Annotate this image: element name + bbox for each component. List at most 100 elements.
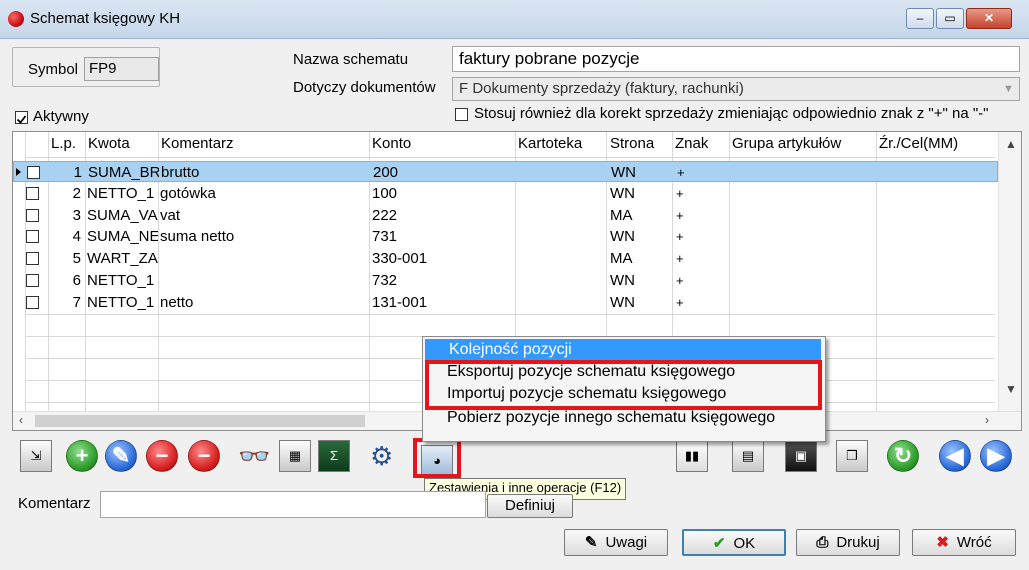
cell-strona[interactable]: WN bbox=[610, 226, 670, 247]
cell-komentarz[interactable]: vat bbox=[160, 205, 368, 226]
scroll-up-icon[interactable]: ▲ bbox=[1005, 137, 1017, 151]
schema-name-input[interactable]: faktury pobrane pozycje bbox=[452, 46, 1020, 72]
cell-kwota[interactable]: WART_ZA bbox=[87, 248, 158, 269]
cell-kwota[interactable]: NETTO_1 bbox=[87, 292, 158, 313]
minimize-button[interactable]: – bbox=[906, 8, 934, 29]
row-checkbox[interactable] bbox=[26, 295, 39, 309]
cell-strona[interactable]: WN bbox=[611, 162, 671, 183]
table-row[interactable]: 5 WART_ZA 330-001 MA + bbox=[13, 248, 998, 269]
close-button[interactable]: ✕ bbox=[966, 8, 1012, 29]
cell-lp[interactable]: 5 bbox=[51, 248, 81, 269]
cell-komentarz[interactable] bbox=[160, 248, 368, 269]
col-kwota[interactable]: Kwota bbox=[86, 132, 158, 157]
vertical-scrollbar[interactable]: ▲ ▼ bbox=[998, 132, 1021, 412]
row-checkbox[interactable] bbox=[26, 208, 39, 222]
cell-lp[interactable]: 6 bbox=[51, 270, 81, 291]
cell-znak[interactable]: + bbox=[676, 226, 726, 247]
print-button[interactable]: ⎙ Drukuj bbox=[796, 529, 900, 556]
row-checkbox[interactable] bbox=[26, 230, 39, 244]
table-row[interactable]: 2 NETTO_1 gotówka 100 WN + bbox=[13, 183, 998, 204]
cell-konto[interactable]: 732 bbox=[372, 270, 512, 291]
previous-icon[interactable]: ◀ bbox=[939, 440, 971, 472]
table-row[interactable]: 4 SUMA_NE suma netto 731 WN + bbox=[13, 226, 998, 247]
chart-icon[interactable]: ▮▮ bbox=[676, 440, 708, 472]
table-row[interactable]: 3 SUMA_VA vat 222 MA + bbox=[13, 205, 998, 226]
calculator-icon[interactable]: ▤ bbox=[732, 440, 764, 472]
col-komentarz[interactable]: Komentarz bbox=[159, 132, 369, 157]
cell-strona[interactable]: WN bbox=[610, 183, 670, 204]
cell-komentarz[interactable]: gotówka bbox=[160, 183, 368, 204]
cell-lp[interactable]: 1 bbox=[52, 162, 82, 183]
chevron-down-icon[interactable]: ▼ bbox=[1000, 80, 1017, 98]
cell-kartoteka[interactable] bbox=[518, 292, 604, 313]
row-checkbox[interactable] bbox=[26, 274, 39, 287]
scroll-right-icon[interactable]: › bbox=[985, 413, 989, 427]
maximize-button[interactable]: ▭ bbox=[936, 8, 964, 29]
formula-icon[interactable]: Σ bbox=[318, 440, 350, 472]
cell-kartoteka[interactable] bbox=[519, 162, 605, 183]
cell-konto[interactable]: 131-001 bbox=[372, 292, 512, 313]
cell-lp[interactable]: 7 bbox=[51, 292, 81, 313]
cell-konto[interactable]: 222 bbox=[372, 205, 512, 226]
row-checkbox[interactable] bbox=[26, 252, 39, 266]
save-icon[interactable]: ▣ bbox=[785, 440, 817, 472]
cell-znak[interactable]: + bbox=[676, 183, 726, 204]
row-checkbox[interactable] bbox=[27, 166, 40, 179]
documents-select[interactable]: F Dokumenty sprzedaży (faktury, rachunki… bbox=[452, 77, 1020, 101]
cell-znak[interactable]: + bbox=[676, 205, 726, 226]
add-icon[interactable]: + bbox=[66, 440, 98, 472]
binoculars-icon[interactable]: 👓 bbox=[238, 440, 270, 472]
back-button[interactable]: ✖ Wróć bbox=[912, 529, 1016, 556]
cell-kartoteka[interactable] bbox=[518, 183, 604, 204]
menu-item-fetch[interactable]: Pobierz pozycje innego schematu księgowe… bbox=[423, 407, 821, 429]
col-strona[interactable]: Strona bbox=[608, 132, 672, 157]
symbol-field[interactable]: FP9 bbox=[84, 57, 159, 81]
cell-konto[interactable]: 200 bbox=[373, 162, 513, 183]
table-row[interactable]: 1 SUMA_BR brutto 200 WN + bbox=[13, 161, 998, 182]
cell-znak[interactable]: + bbox=[676, 248, 726, 269]
comment-input[interactable] bbox=[100, 491, 486, 518]
cell-kwota[interactable]: NETTO_1 bbox=[87, 183, 158, 204]
cell-komentarz[interactable]: netto bbox=[160, 292, 368, 313]
col-konto[interactable]: Konto bbox=[370, 132, 515, 157]
cell-strona[interactable]: WN bbox=[610, 292, 670, 313]
table-row[interactable]: 7 NETTO_1 netto 131-001 WN + bbox=[13, 292, 998, 313]
cell-komentarz[interactable]: brutto bbox=[161, 162, 369, 183]
cell-konto[interactable]: 731 bbox=[372, 226, 512, 247]
menu-item-order[interactable]: Kolejność pozycji bbox=[425, 339, 821, 361]
cell-kwota[interactable]: SUMA_VA bbox=[87, 205, 158, 226]
cell-kwota[interactable]: NETTO_1 bbox=[87, 270, 158, 291]
cell-lp[interactable]: 3 bbox=[51, 205, 81, 226]
cell-konto[interactable]: 100 bbox=[372, 183, 512, 204]
correction-checkbox[interactable] bbox=[455, 108, 468, 121]
cell-kartoteka[interactable] bbox=[518, 270, 604, 291]
row-checkbox[interactable] bbox=[26, 186, 39, 200]
cell-znak[interactable]: + bbox=[676, 292, 726, 313]
table-row[interactable]: 6 NETTO_1 732 WN + bbox=[13, 270, 998, 291]
col-grupa[interactable]: Grupa artykułów bbox=[730, 132, 877, 157]
notes-button[interactable]: ✎ Uwagi bbox=[564, 529, 668, 556]
exit-door-icon[interactable]: ⇲ bbox=[20, 440, 52, 472]
scroll-down-icon[interactable]: ▼ bbox=[1005, 382, 1017, 396]
cell-lp[interactable]: 2 bbox=[51, 183, 81, 204]
col-lp[interactable]: L.p. bbox=[49, 132, 85, 157]
delete-icon[interactable]: − bbox=[146, 440, 178, 472]
cell-kwota[interactable]: SUMA_BR bbox=[88, 162, 159, 183]
cell-znak[interactable]: + bbox=[676, 270, 726, 291]
next-icon[interactable]: ▶ bbox=[980, 440, 1012, 472]
gears-icon[interactable]: ⚙ bbox=[370, 440, 402, 472]
scroll-left-icon[interactable]: ‹ bbox=[19, 413, 23, 427]
edit-icon[interactable]: ✎ bbox=[105, 440, 137, 472]
cell-kartoteka[interactable] bbox=[518, 205, 604, 226]
cell-strona[interactable]: MA bbox=[610, 248, 670, 269]
windows-icon[interactable]: ❐ bbox=[836, 440, 868, 472]
col-znak[interactable]: Znak bbox=[673, 132, 729, 157]
cell-komentarz[interactable]: suma netto bbox=[160, 226, 368, 247]
cell-strona[interactable]: MA bbox=[610, 205, 670, 226]
cell-znak[interactable]: + bbox=[677, 162, 727, 183]
scroll-thumb[interactable] bbox=[35, 415, 365, 427]
table-icon[interactable]: ▦ bbox=[279, 440, 311, 472]
col-zrcel[interactable]: Źr./Cel(MM) bbox=[877, 132, 997, 157]
cell-konto[interactable]: 330-001 bbox=[372, 248, 512, 269]
define-button[interactable]: Definiuj bbox=[487, 494, 573, 518]
